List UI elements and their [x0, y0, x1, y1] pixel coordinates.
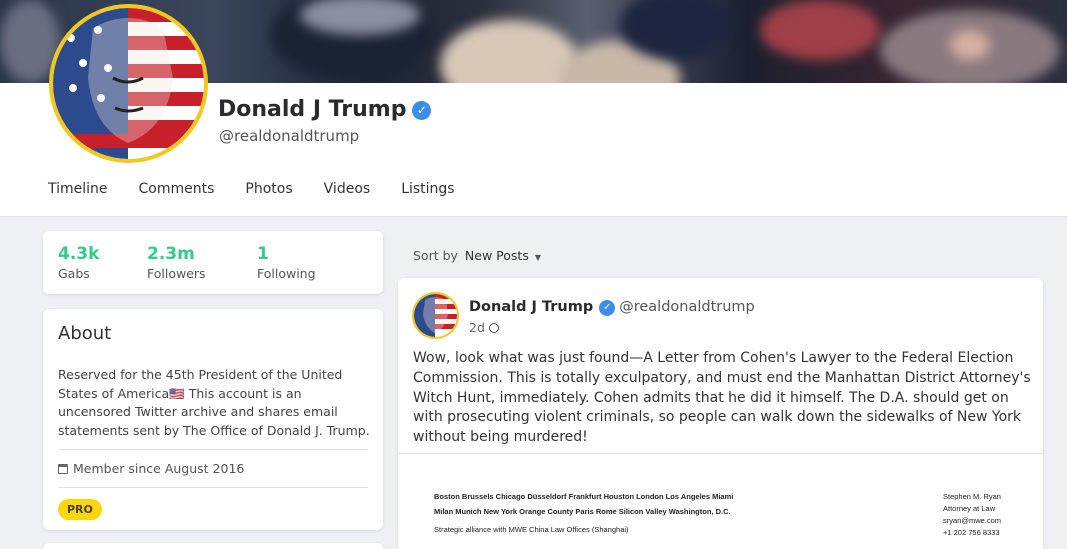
- stat-followers-label: Followers: [147, 266, 206, 281]
- member-since: Member since August 2016: [58, 461, 244, 476]
- post-author: Donald J Trump ✓ @realdonaldtrump: [469, 299, 755, 316]
- tab-videos[interactable]: Videos: [324, 181, 371, 197]
- post-time: 2d: [469, 320, 499, 335]
- sort-label: Sort by: [413, 248, 458, 263]
- stat-followers-value: 2.3m: [147, 244, 195, 264]
- post-author-name[interactable]: Donald J Trump: [469, 299, 593, 315]
- verified-badge-icon: ✓: [599, 300, 616, 316]
- about-bio: Reserved for the 45th President of the U…: [58, 367, 370, 438]
- sort-control[interactable]: Sort by New Posts ▼: [413, 248, 541, 263]
- divider: [58, 449, 368, 450]
- stat-following-label: Following: [257, 266, 316, 281]
- stat-following[interactable]: 1 Following: [257, 244, 316, 281]
- letterhead-offices-2: Milan Munich New York Orange County Pari…: [434, 507, 731, 516]
- about-title: About: [58, 323, 112, 344]
- stat-gabs[interactable]: 4.3k Gabs: [58, 244, 99, 281]
- post-body: Wow, look what was just found—A Letter f…: [413, 350, 1031, 446]
- profile-name-text: Donald J Trump: [218, 97, 407, 122]
- stat-following-value: 1: [257, 244, 269, 264]
- signer-phone: +1 202 756 8333: [943, 528, 1000, 537]
- tab-comments[interactable]: Comments: [139, 181, 215, 197]
- post-author-avatar[interactable]: [412, 292, 459, 339]
- tab-photos[interactable]: Photos: [245, 181, 292, 197]
- post-attachment-image[interactable]: Boston Brussels Chicago Düsseldorf Frank…: [398, 454, 1043, 549]
- signer-email: sryan@mwe.com: [943, 516, 1002, 525]
- divider: [58, 487, 368, 488]
- post-card: Donald J Trump ✓ @realdonaldtrump 2d Wow, …: [398, 278, 1043, 549]
- signer-title: Attorney at Law: [943, 504, 996, 513]
- sort-value[interactable]: New Posts: [465, 248, 529, 263]
- profile-name: Donald J Trump ✓: [218, 97, 432, 122]
- letterhead-alliance: Strategic alliance with MWE China Law Of…: [434, 525, 629, 534]
- calendar-icon: [58, 464, 68, 474]
- post-time-text[interactable]: 2d: [469, 320, 485, 335]
- tab-timeline[interactable]: Timeline: [48, 181, 108, 197]
- profile-tabs: Timeline Comments Photos Videos Listings: [48, 181, 486, 197]
- globe-icon: [488, 323, 499, 333]
- sidebar-card-partial: [43, 543, 383, 549]
- stat-gabs-value: 4.3k: [58, 244, 100, 264]
- verified-badge-icon: ✓: [412, 101, 432, 120]
- caret-down-icon: ▼: [534, 253, 541, 262]
- signer-name: Stephen M. Ryan: [943, 492, 1001, 501]
- stats-card: 4.3k Gabs 2.3m Followers 1 Following: [43, 231, 383, 294]
- member-since-text: Member since August 2016: [73, 461, 245, 476]
- tab-listings[interactable]: Listings: [401, 181, 454, 197]
- stat-gabs-label: Gabs: [58, 266, 90, 281]
- profile-handle: @realdonaldtrump: [219, 127, 360, 145]
- pro-badge: PRO: [58, 499, 102, 520]
- profile-avatar[interactable]: [49, 4, 208, 163]
- stat-followers[interactable]: 2.3m Followers: [147, 244, 206, 281]
- about-card: About Reserved for the 45th President of…: [43, 309, 383, 530]
- letterhead-offices-1: Boston Brussels Chicago Düsseldorf Frank…: [434, 492, 734, 501]
- post-author-handle[interactable]: @realdonaldtrump: [619, 299, 755, 315]
